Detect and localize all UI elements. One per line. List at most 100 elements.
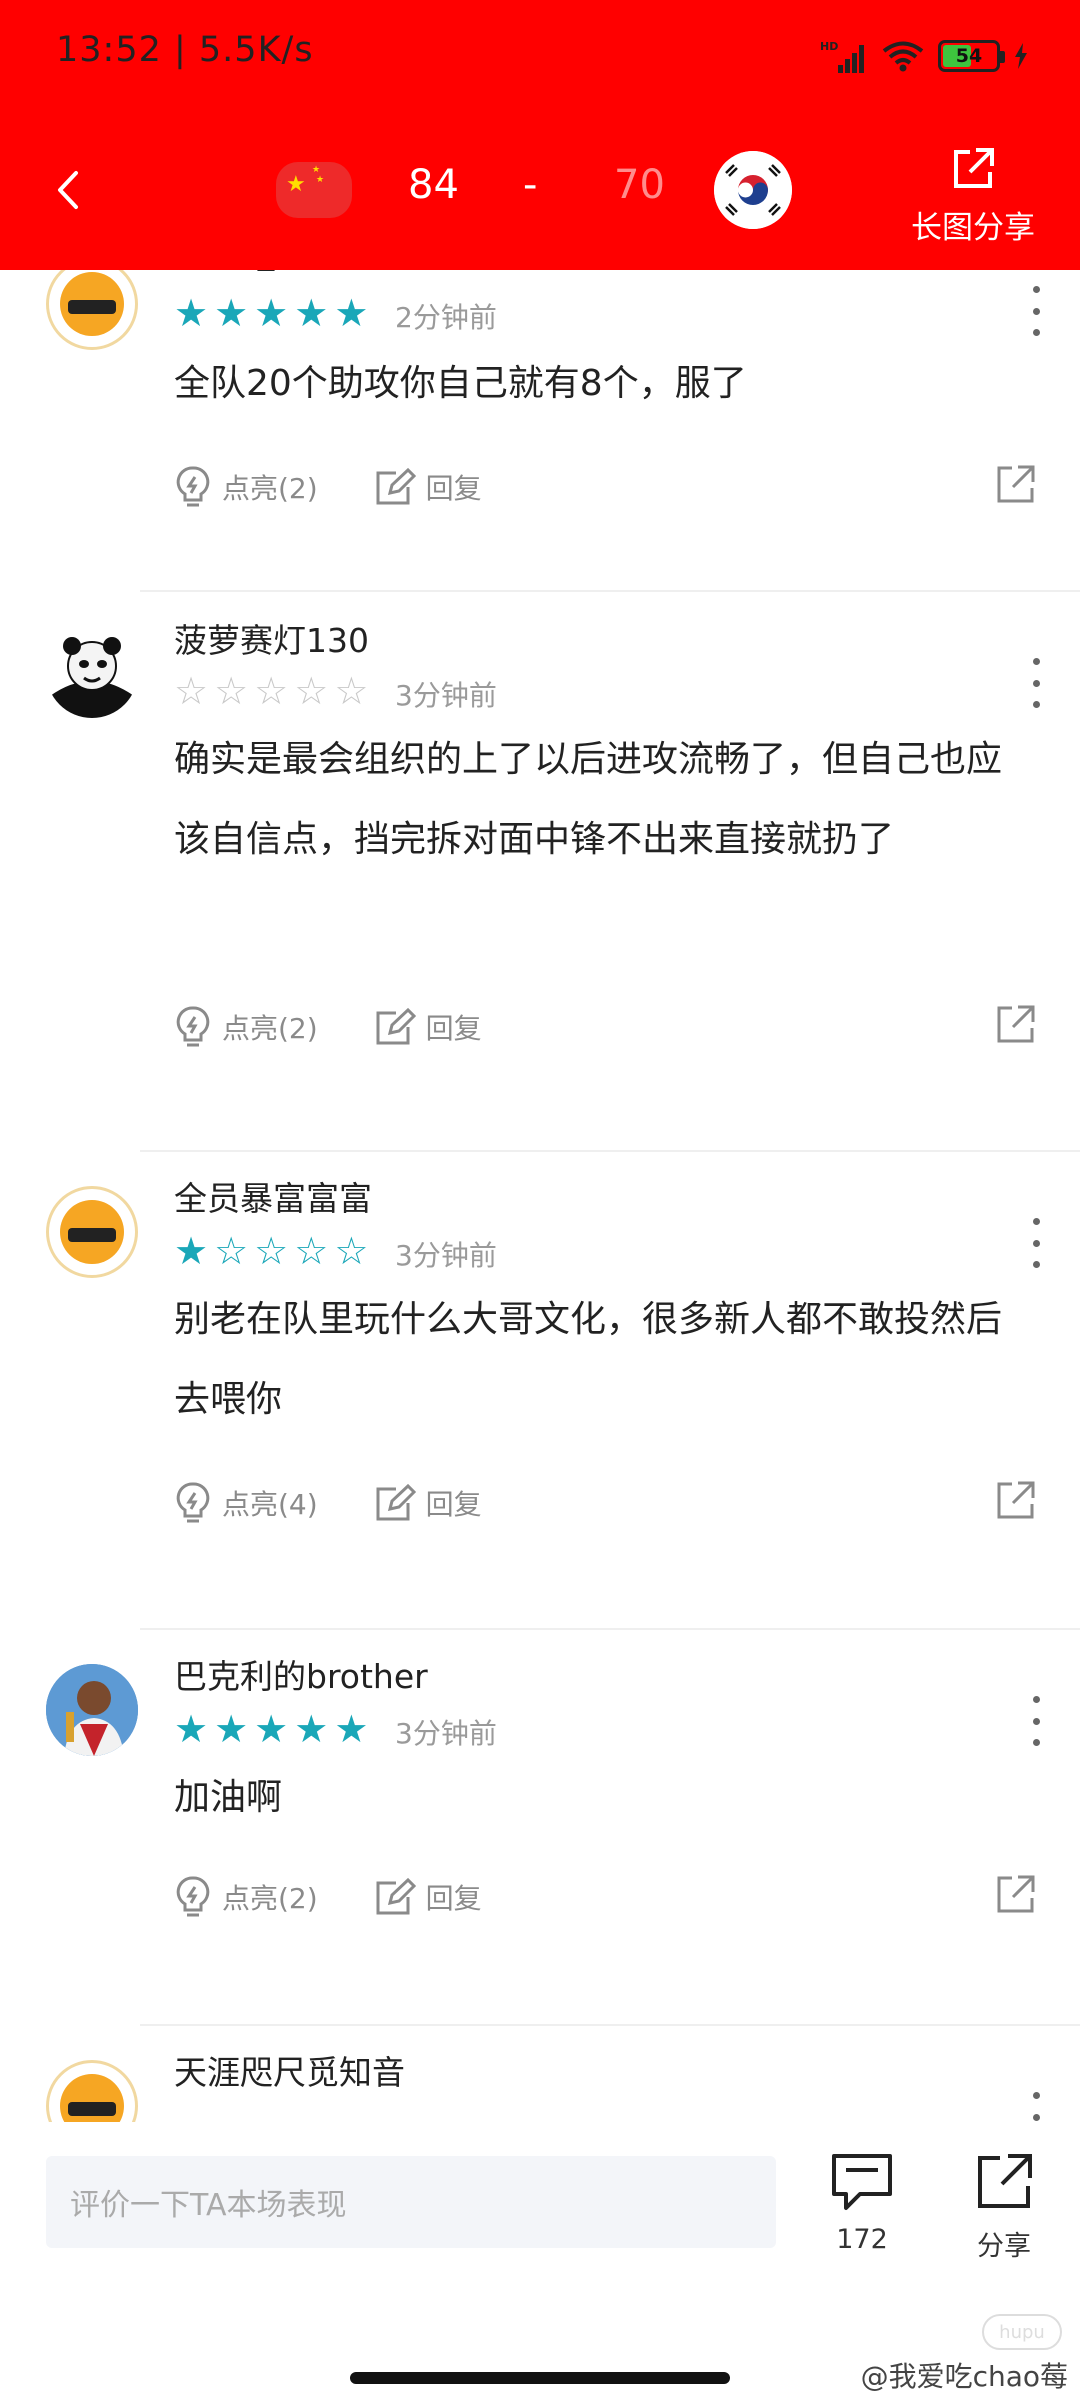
forward-icon[interactable] (996, 1480, 1036, 1520)
wifi-icon (882, 41, 924, 72)
more-options-icon[interactable] (1026, 1218, 1046, 1268)
comment-actions: 点亮(2) 回复 (174, 1872, 538, 1922)
star-icon: ★ (294, 291, 329, 335)
star-icon: ☆ (214, 1229, 249, 1273)
like-count: 点亮(2) (222, 1012, 318, 1045)
comment-item: 天涯咫尺觅知音 (0, 2026, 1080, 2122)
screen: 13:52 | 5.5K/s HD 54 ★ ★ ★ 84 - 70 长图分享 … (0, 0, 1080, 2400)
comment-list[interactable]: hupu_55657e5dfa4a5a2a ★ ★ ★ ★ ★ 2分钟前 全队2… (0, 270, 1080, 2122)
share-label: 分享 (977, 2231, 1031, 2262)
comment-content: 全队20个助攻你自己就有8个，服了 (174, 363, 747, 404)
star-icon: ☆ (294, 1229, 329, 1273)
star-icon: ☆ (174, 669, 209, 713)
away-score: 70 (614, 162, 665, 208)
edit-icon (376, 467, 416, 505)
comment-username[interactable]: 菠萝赛灯130 (174, 614, 369, 662)
korea-flag-icon (714, 151, 792, 229)
avatar[interactable] (46, 1664, 138, 1756)
reply-label: 回复 (425, 1012, 482, 1045)
star-icon: ★ (214, 291, 249, 335)
comment-content: 确实是最会组织的上了以后进攻流畅了，但自己也应该自信点，挡完拆对面中锋不出来直接… (174, 739, 1003, 860)
like-count: 点亮(4) (222, 1488, 318, 1521)
lightbulb-icon (176, 466, 210, 507)
comment-item: 全员暴富富富 ★ ☆ ☆ ☆ ☆ 3分钟前 别老在队里玩什么大哥文化，很多新人都… (0, 1152, 1080, 1628)
comment-content: 别老在队里玩什么大哥文化，很多新人都不敢投然后去喂你 (174, 1299, 1003, 1420)
comment-time: 3分钟前 (395, 1717, 497, 1750)
star-icon: ☆ (254, 669, 289, 713)
score-separator: - (523, 162, 538, 208)
watermark-text: @我爱吃chao莓 (860, 2360, 1068, 2393)
share-button[interactable]: 分享 (954, 2152, 1054, 2263)
star-rating: ★ ☆ ☆ ☆ ☆ (174, 1232, 368, 1270)
avatar[interactable] (46, 270, 138, 350)
status-time: 13:52 | 5.5K/s (56, 30, 314, 70)
comment-actions: 点亮(2) 回复 (174, 1002, 538, 1052)
battery-icon: 54 (938, 40, 1005, 72)
star-icon: ☆ (334, 669, 369, 713)
comment-count: 172 (836, 2224, 888, 2255)
avatar[interactable] (46, 626, 138, 718)
forward-icon[interactable] (996, 1874, 1036, 1914)
comment-username[interactable]: hupu_55657e5dfa4a5a2a (174, 270, 597, 271)
star-icon: ★ (294, 1707, 329, 1751)
star-icon: ★ (254, 1707, 289, 1751)
lightbulb-icon (176, 1006, 210, 1047)
comment-username[interactable]: 天涯咫尺觅知音 (174, 2046, 405, 2094)
bottom-bar: 评价一下TA本场表现 172 分享 hupu @我爱吃chao莓 (0, 2122, 1080, 2400)
comment-username[interactable]: 全员暴富富富 (174, 1172, 372, 1220)
long-image-share-button[interactable]: 长图分享 (908, 146, 1038, 247)
avatar[interactable] (46, 1186, 138, 1278)
star-rating: ★ ★ ★ ★ ★ (174, 1710, 368, 1748)
like-button[interactable]: 点亮(2) (174, 1875, 318, 1919)
star-icon: ★ (334, 1707, 369, 1751)
more-options-icon[interactable] (1026, 2092, 1046, 2122)
forward-icon[interactable] (996, 1004, 1036, 1044)
top-header: 13:52 | 5.5K/s HD 54 ★ ★ ★ 84 - 70 长图分享 (0, 0, 1080, 270)
reply-label: 回复 (425, 472, 482, 505)
reply-label: 回复 (425, 1882, 482, 1915)
star-icon: ★ (174, 1707, 209, 1751)
reply-button[interactable]: 回复 (374, 1007, 482, 1047)
signal-icon: HD (820, 40, 864, 73)
like-button[interactable]: 点亮(2) (174, 1005, 318, 1049)
edit-icon (376, 1877, 416, 1915)
comment-item: 菠萝赛灯130 ☆ ☆ ☆ ☆ ☆ 3分钟前 确实是最会组织的上了以后进攻流畅了… (0, 592, 1080, 1150)
reply-button[interactable]: 回复 (374, 467, 482, 507)
comment-time: 2分钟前 (395, 301, 497, 334)
back-icon[interactable] (48, 165, 88, 215)
star-rating: ☆ ☆ ☆ ☆ ☆ (174, 672, 368, 710)
comment-actions: 点亮(4) 回复 (174, 1478, 538, 1528)
comment-time: 3分钟前 (395, 679, 497, 712)
star-icon: ☆ (214, 669, 249, 713)
share-icon (954, 148, 994, 188)
forward-icon[interactable] (996, 464, 1036, 504)
svg-text:HD: HD (820, 40, 838, 53)
more-options-icon[interactable] (1026, 658, 1046, 708)
star-rating: ★ ★ ★ ★ ★ (174, 294, 368, 332)
star-icon: ★ (174, 1229, 209, 1273)
avatar[interactable] (46, 2060, 138, 2122)
lightbulb-icon (176, 1482, 210, 1523)
china-flag-icon: ★ ★ ★ (276, 162, 352, 218)
star-icon: ☆ (294, 669, 329, 713)
more-options-icon[interactable] (1026, 1696, 1046, 1746)
home-score: 84 (408, 162, 459, 208)
share-icon (978, 2154, 1032, 2208)
more-options-icon[interactable] (1026, 286, 1046, 336)
like-button[interactable]: 点亮(2) (174, 465, 318, 509)
comment-username[interactable]: 巴克利的brother (174, 1650, 428, 1698)
like-button[interactable]: 点亮(4) (174, 1481, 318, 1525)
star-icon: ★ (334, 291, 369, 335)
reply-button[interactable]: 回复 (374, 1877, 482, 1917)
comment-input[interactable]: 评价一下TA本场表现 (46, 2156, 776, 2248)
like-count: 点亮(2) (222, 1882, 318, 1915)
star-icon: ☆ (254, 1229, 289, 1273)
home-indicator[interactable] (350, 2372, 730, 2384)
charging-icon (1015, 43, 1027, 69)
comment-content: 加油啊 (174, 1777, 283, 1818)
comments-button[interactable]: 172 (812, 2152, 912, 2255)
comment-time: 3分钟前 (395, 1239, 497, 1272)
reply-button[interactable]: 回复 (374, 1483, 482, 1523)
hupu-watermark: hupu (982, 2314, 1062, 2350)
reply-label: 回复 (425, 1488, 482, 1521)
